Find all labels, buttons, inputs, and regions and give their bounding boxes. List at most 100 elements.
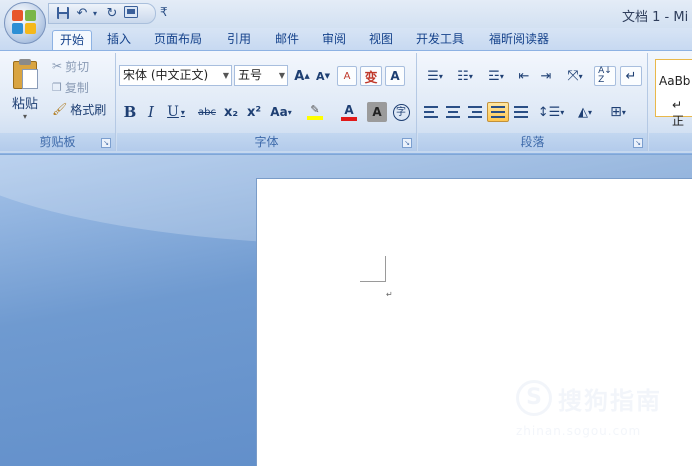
watermark: S 搜狗指南 zhinan.sogou.com <box>516 378 676 444</box>
multilevel-list-icon: ☲ <box>488 68 500 84</box>
copy-icon: ❐ <box>52 80 62 94</box>
tab-foxit-reader[interactable]: 福昕阅读器 <box>482 30 556 50</box>
change-case-button[interactable]: Aa ▾ <box>267 102 295 122</box>
paragraph-group: ☰ ▾ ☷ ▾ ☲ ▾ ⇤ ⇥ ⤧ ▾ A↓ Z ↵ ↕☰ ▾ ◭ ▾ ⊞ ▾ … <box>418 53 648 151</box>
margin-corner-vertical <box>385 256 386 282</box>
redo-icon[interactable]: ↻ <box>104 6 120 22</box>
strikethrough-button[interactable]: abc <box>195 102 219 122</box>
sort-button[interactable]: A↓ Z <box>594 66 616 86</box>
highlight-color-bar <box>307 116 323 120</box>
format-painter-button[interactable]: 🖌 格式刷 <box>52 100 106 118</box>
tab-page-layout[interactable]: 页面布局 <box>147 30 209 50</box>
tab-mailings[interactable]: 邮件 <box>268 30 306 50</box>
font-size-select[interactable]: 五号 ▼ <box>234 65 288 86</box>
decrease-indent-icon: ⇤ <box>518 68 530 84</box>
paste-dropdown-icon[interactable]: ▾ <box>23 112 27 121</box>
decrease-indent-button[interactable]: ⇤ <box>514 66 534 86</box>
align-right-button[interactable] <box>465 102 485 122</box>
watermark-text: 搜狗指南 <box>558 387 662 415</box>
character-border-button[interactable]: A <box>385 66 405 86</box>
watermark-url: zhinan.sogou.com <box>516 424 642 438</box>
subscript-icon: x₂ <box>223 104 239 120</box>
borders-icon: ⊞ <box>610 104 622 120</box>
bold-button[interactable]: B <box>121 102 139 122</box>
format-painter-icon: 🖌 <box>52 102 68 116</box>
paste-label: 粘贴 <box>11 97 38 112</box>
cut-button[interactable]: ✂ 剪切 <box>52 57 89 75</box>
shrink-font-button[interactable]: A ▼ <box>313 66 333 86</box>
office-button[interactable] <box>4 2 46 44</box>
font-family-dropdown-icon[interactable]: ▼ <box>223 66 229 85</box>
borders-button[interactable]: ⊞ ▾ <box>603 102 633 122</box>
tab-review[interactable]: 审阅 <box>315 30 353 50</box>
underline-button[interactable]: U ▾ <box>163 102 189 122</box>
copy-button[interactable]: ❐ 复制 <box>52 78 89 96</box>
undo-icon[interactable]: ↶ <box>74 6 90 22</box>
numbering-button[interactable]: ☷ ▾ <box>451 66 479 86</box>
tab-insert[interactable]: 插入 <box>100 30 138 50</box>
paint-bucket-icon: ◭ <box>577 104 588 120</box>
enclose-characters-button[interactable]: 字 <box>391 102 411 122</box>
enclose-characters-icon: 字 <box>392 103 410 121</box>
grow-font-button[interactable]: A ▲ <box>292 66 312 86</box>
align-left-button[interactable] <box>421 102 441 122</box>
underline-icon: U <box>167 104 179 120</box>
copy-label: 复制 <box>64 80 89 95</box>
text-highlight-button[interactable]: ✎ <box>299 102 331 122</box>
font-launcher-icon[interactable]: ↘ <box>402 138 412 148</box>
line-spacing-button[interactable]: ↕☰ ▾ <box>536 102 566 122</box>
phonetic-guide-button[interactable]: 变 <box>360 66 382 86</box>
strikethrough-icon: abc <box>198 106 216 118</box>
character-shading-icon: A <box>372 105 382 119</box>
paste-button[interactable]: 粘贴 ▾ <box>4 55 46 127</box>
style-preview-text: AaBb <box>659 74 691 88</box>
tab-home[interactable]: 开始 <box>52 30 93 50</box>
watermark-logo-icon: S <box>516 380 552 416</box>
increase-indent-button[interactable]: ⇥ <box>536 66 556 86</box>
tab-view[interactable]: 视图 <box>362 30 400 50</box>
tab-developer[interactable]: 开发工具 <box>409 30 471 50</box>
sort-icon: A↓ Z <box>598 66 612 85</box>
clear-formatting-button[interactable]: A <box>337 66 357 86</box>
paragraph-launcher-icon[interactable]: ↘ <box>633 138 643 148</box>
bullets-button[interactable]: ☰ ▾ <box>421 66 449 86</box>
quick-access-toolbar: ↶ ▾ ↻ <box>48 3 156 24</box>
print-preview-icon[interactable] <box>123 5 139 22</box>
font-family-value: 宋体 (中文正文) <box>123 68 209 82</box>
italic-icon: I <box>148 103 154 121</box>
customize-qat-icon[interactable]: ₹ <box>160 5 168 19</box>
bold-icon: B <box>123 103 137 121</box>
italic-button[interactable]: I <box>143 102 159 122</box>
multilevel-list-button[interactable]: ☲ ▾ <box>481 66 511 86</box>
chinese-layout-icon: ⤧ <box>567 68 579 84</box>
font-color-button[interactable]: A <box>333 102 365 122</box>
font-color-bar <box>341 116 357 121</box>
save-icon[interactable] <box>55 6 71 22</box>
highlighter-icon: ✎ <box>310 103 320 116</box>
character-shading-button[interactable]: A <box>367 102 387 122</box>
style-normal-tile[interactable]: AaBb ↵ 正 <box>655 59 692 128</box>
chinese-layout-button[interactable]: ⤧ ▾ <box>560 66 590 86</box>
ribbon-tabs: 开始 插入 页面布局 引用 邮件 审阅 视图 开发工具 福昕阅读器 <box>0 28 692 50</box>
margin-corner-horizontal <box>360 281 386 282</box>
undo-dropdown-icon[interactable]: ▾ <box>93 9 101 18</box>
distributed-button[interactable] <box>511 102 531 122</box>
font-size-dropdown-icon[interactable]: ▼ <box>279 66 285 85</box>
phonetic-guide-icon: 变 <box>364 70 378 86</box>
font-color-icon: A <box>344 102 354 117</box>
tab-references[interactable]: 引用 <box>220 30 258 50</box>
shading-button[interactable]: ◭ ▾ <box>569 102 601 122</box>
subscript-button[interactable]: x₂ <box>221 102 241 122</box>
clipboard-launcher-icon[interactable]: ↘ <box>101 138 111 148</box>
font-family-select[interactable]: 宋体 (中文正文) ▼ <box>119 65 232 86</box>
title-bar: ↶ ▾ ↻ ₹ 文档 1 - Mi <box>0 0 692 28</box>
eraser-icon: A <box>343 70 351 82</box>
numbering-icon: ☷ <box>457 68 469 84</box>
align-center-button[interactable] <box>443 102 463 122</box>
justify-icon <box>491 106 505 118</box>
paragraph-mark: ↵ <box>386 290 393 299</box>
justify-button[interactable] <box>487 102 509 122</box>
show-marks-button[interactable]: ↵ <box>620 66 642 86</box>
font-group-label: 字体 <box>117 133 416 151</box>
superscript-button[interactable]: x² <box>244 102 264 122</box>
